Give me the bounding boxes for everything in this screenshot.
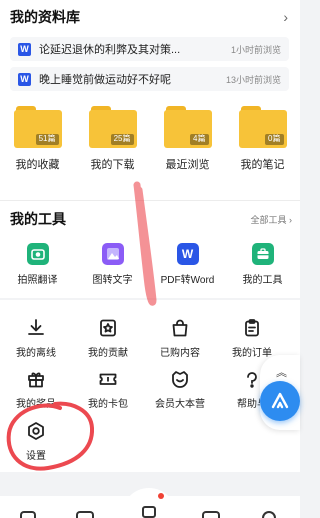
- tools-section: 我的工具 全部工具 › 拍照翻译 图转文字 W PDF转Word 我的工具: [0, 200, 300, 298]
- tool-label: PDF转Word: [160, 275, 215, 286]
- nav-home-icon[interactable]: [20, 511, 36, 518]
- tool-label: 我的工具: [242, 275, 283, 286]
- service-label: 已购内容: [160, 348, 200, 359]
- service-member-camp[interactable]: 会员大本营: [144, 368, 216, 410]
- folder-label: 我的收藏: [15, 159, 60, 171]
- service-orders[interactable]: 我的订单: [216, 317, 288, 359]
- folder-label: 我的笔记: [240, 159, 285, 171]
- folder-notes[interactable]: 0篇 我的笔记: [225, 104, 300, 184]
- nav-profile-icon[interactable]: [262, 511, 276, 518]
- library-title: 我的资料库: [10, 9, 80, 25]
- folder-label: 我的下载: [90, 159, 135, 171]
- folder-icon: 4篇: [163, 104, 212, 148]
- tools-title: 我的工具: [10, 211, 66, 227]
- recent-doc-title: 晚上睡觉前做运动好不好呢: [39, 74, 171, 86]
- photo-translate-icon: [26, 243, 49, 265]
- word-doc-icon: W: [18, 42, 31, 56]
- recent-doc-time: 13小时前浏览: [225, 74, 281, 85]
- settings-hexagon-icon: [25, 420, 47, 442]
- offline-download-icon: [25, 317, 47, 339]
- folder-icon: 25篇: [88, 104, 137, 148]
- services-grid: 我的离线 我的贡献 已购内容 我的订单 我的奖品 我的卡包 会员大本营 帮助与 …: [0, 300, 300, 472]
- nav-folder-icon[interactable]: [76, 511, 94, 518]
- folder-icon: 51篇: [13, 104, 62, 148]
- service-label: 我的订单: [232, 348, 272, 359]
- all-tools-link[interactable]: 全部工具 ›: [251, 213, 293, 226]
- services-row: 我的离线 我的贡献 已购内容 我的订单: [0, 317, 300, 359]
- recent-doc-time: 1小时前浏览: [230, 44, 281, 55]
- folder-downloads[interactable]: 25篇 我的下载: [75, 104, 150, 184]
- notification-dot: [158, 493, 164, 499]
- purchased-bag-icon: [169, 317, 191, 339]
- service-label: 我的卡包: [88, 399, 128, 410]
- scroll-top-icon[interactable]: ︽: [276, 364, 287, 380]
- order-clipboard-icon: [241, 317, 263, 339]
- tool-image-to-text[interactable]: 图转文字: [75, 243, 150, 286]
- recent-doc-item[interactable]: W 晚上睡觉前做运动好不好呢 13小时前浏览: [10, 67, 289, 91]
- services-row: 设置: [0, 420, 300, 462]
- tool-label: 图转文字: [92, 275, 133, 286]
- chevron-right-icon[interactable]: ›: [283, 9, 288, 25]
- tool-photo-translate[interactable]: 拍照翻译: [0, 243, 75, 286]
- image-to-text-icon: [101, 243, 124, 265]
- folder-recent[interactable]: 4篇 最近浏览: [150, 104, 225, 184]
- service-prizes[interactable]: 我的奖品: [0, 368, 72, 410]
- ai-assistant-icon[interactable]: [260, 381, 300, 421]
- folder-icon: 0篇: [238, 104, 287, 148]
- tool-row: 拍照翻译 图转文字 W PDF转Word 我的工具: [0, 243, 300, 286]
- service-card-wallet[interactable]: 我的卡包: [72, 368, 144, 410]
- folder-count: 4篇: [190, 134, 209, 145]
- service-purchased[interactable]: 已购内容: [144, 317, 216, 359]
- library-section: 我的资料库 › W 论延迟退休的利弊及其对策... 1小时前浏览 W 晚上睡觉前…: [0, 0, 300, 200]
- folder-count: 25篇: [110, 134, 134, 145]
- toolbox-icon: [251, 243, 274, 265]
- folder-row: 51篇 我的收藏 25篇 我的下载 4篇 最近浏览 0篇 我的笔记: [0, 104, 300, 184]
- word-doc-icon: W: [18, 72, 31, 86]
- recent-doc-title: 论延迟退休的利弊及其对策...: [39, 44, 181, 56]
- service-label: 会员大本营: [155, 399, 205, 410]
- services-row: 我的奖品 我的卡包 会员大本营 帮助与: [0, 368, 300, 410]
- tool-my-tools[interactable]: 我的工具: [225, 243, 300, 286]
- nav-doc-icon: [142, 506, 156, 518]
- member-smile-icon: [169, 368, 191, 390]
- tool-label: 拍照翻译: [17, 275, 58, 286]
- tool-pdf-to-word[interactable]: W PDF转Word: [150, 243, 225, 286]
- library-header[interactable]: 我的资料库 ›: [10, 6, 288, 28]
- folder-count: 51篇: [35, 134, 59, 145]
- nav-message-icon[interactable]: [202, 511, 220, 518]
- folder-label: 最近浏览: [165, 159, 210, 171]
- gift-icon: [25, 368, 47, 390]
- service-label: 我的贡献: [88, 348, 128, 359]
- folder-favorites[interactable]: 51篇 我的收藏: [0, 104, 75, 184]
- card-wallet-icon: [97, 368, 119, 390]
- service-label: 设置: [26, 451, 46, 462]
- service-label: 我的奖品: [16, 399, 56, 410]
- service-label: 我的离线: [16, 348, 56, 359]
- service-contribution[interactable]: 我的贡献: [72, 317, 144, 359]
- folder-count: 0篇: [265, 134, 284, 145]
- service-offline[interactable]: 我的离线: [0, 317, 72, 359]
- contribution-icon: [97, 317, 119, 339]
- tools-header: 我的工具 全部工具 ›: [10, 209, 292, 229]
- recent-doc-item[interactable]: W 论延迟退休的利弊及其对策... 1小时前浏览: [10, 37, 289, 61]
- service-settings[interactable]: 设置: [0, 420, 72, 462]
- pdf-to-word-icon: W: [176, 243, 199, 265]
